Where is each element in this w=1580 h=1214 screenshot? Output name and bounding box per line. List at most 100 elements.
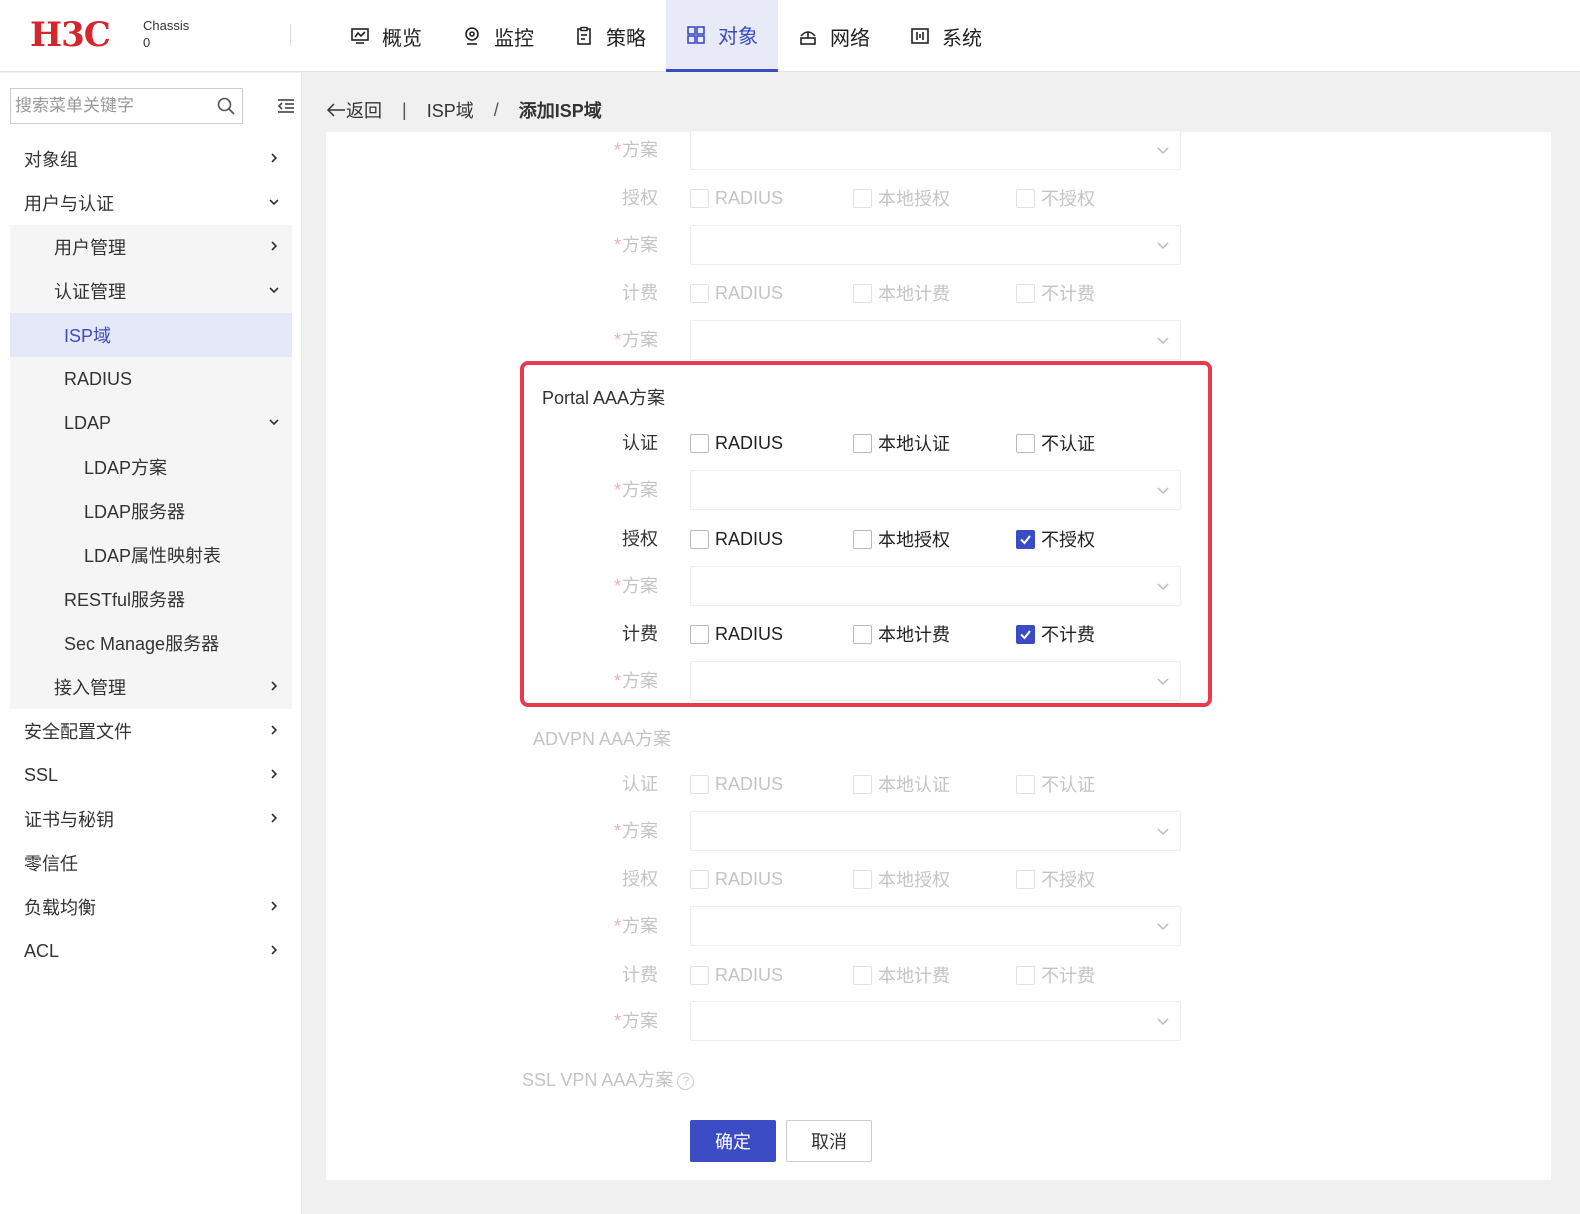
portal-acct-local-checkbox[interactable]: 本地计费 <box>853 614 950 654</box>
chevron-right-icon <box>271 945 278 955</box>
help-icon[interactable]: ? <box>677 1072 695 1090</box>
authz-row: 授权 RADIUS 本地授权 不授权 <box>326 178 1551 218</box>
advpn-acct-scheme-row: *方案 <box>326 1001 1551 1041</box>
sidebar-item-access-management[interactable]: 接入管理 <box>10 665 292 709</box>
sidebar-item-security-profile[interactable]: 安全配置文件 <box>0 709 302 753</box>
sidebar-item-ldap[interactable]: LDAP <box>10 401 292 445</box>
search-icon[interactable] <box>216 96 236 116</box>
advpn-authz-scheme-select[interactable] <box>690 906 1181 946</box>
sidebar-item-auth-management[interactable]: 认证管理 <box>10 269 292 313</box>
chevron-down-icon <box>1157 1018 1169 1026</box>
sidebar-item-ldap-server[interactable]: LDAP服务器 <box>10 489 292 533</box>
tab-policy[interactable]: 策略 <box>554 0 666 72</box>
advpn-acct-local-checkbox[interactable]: 本地计费 <box>853 955 950 995</box>
portal-auth-scheme-select[interactable] <box>690 470 1181 510</box>
header-divider <box>290 24 291 46</box>
authz-local-checkbox[interactable]: 本地授权 <box>853 178 950 218</box>
acct-local-checkbox[interactable]: 本地计费 <box>853 273 950 313</box>
sidebar-item-sec-manage-server[interactable]: Sec Manage服务器 <box>10 621 292 665</box>
sidebar-item-ldap-scheme[interactable]: LDAP方案 <box>10 445 292 489</box>
cancel-button[interactable]: 取消 <box>786 1120 872 1162</box>
advpn-authz-none-checkbox[interactable]: 不授权 <box>1016 859 1095 899</box>
sidebar-item-load-balance[interactable]: 负载均衡 <box>0 885 302 929</box>
portal-auth-label: 认证 <box>622 433 658 453</box>
tab-system[interactable]: 系统 <box>890 0 1002 72</box>
scheme-label: *方案 <box>613 480 658 500</box>
advpn-auth-none-checkbox[interactable]: 不认证 <box>1016 764 1095 804</box>
advpn-auth-radius-checkbox[interactable]: RADIUS <box>690 764 783 804</box>
portal-auth-local-checkbox[interactable]: 本地认证 <box>853 423 950 463</box>
breadcrumb: 返回 | ISP域 / 添加ISP域 <box>326 90 602 130</box>
advpn-authz-local-checkbox[interactable]: 本地授权 <box>853 859 950 899</box>
chevron-right-icon <box>271 241 278 251</box>
advpn-auth-scheme-select[interactable] <box>690 811 1181 851</box>
scheme-select[interactable] <box>690 130 1181 170</box>
scheme-label: *方案 <box>613 1011 658 1031</box>
portal-auth-none-checkbox[interactable]: 不认证 <box>1016 423 1095 463</box>
sidebar-item-radius[interactable]: RADIUS <box>10 357 292 401</box>
chevron-down-icon <box>269 419 279 426</box>
clipboard-icon <box>574 26 594 46</box>
sidebar-item-label: 对象组 <box>24 150 78 170</box>
portal-authz-scheme-select[interactable] <box>690 566 1181 606</box>
tab-network[interactable]: 网络 <box>778 0 890 72</box>
advpn-acct-none-checkbox[interactable]: 不计费 <box>1016 955 1095 995</box>
advpn-authz-radius-checkbox[interactable]: RADIUS <box>690 859 783 899</box>
tab-overview[interactable]: 概览 <box>330 0 442 72</box>
tab-object[interactable]: 对象 <box>666 0 778 72</box>
scheme-select[interactable] <box>690 225 1181 265</box>
breadcrumb-isp-domain[interactable]: ISP域 <box>427 97 474 123</box>
sidebar-item-ldap-attr-map[interactable]: LDAP属性映射表 <box>10 533 292 577</box>
scheme-select[interactable] <box>690 320 1181 360</box>
portal-authz-radius-checkbox[interactable]: RADIUS <box>690 519 783 559</box>
portal-auth-radius-checkbox[interactable]: RADIUS <box>690 423 783 463</box>
tab-object-label: 对象 <box>718 26 758 48</box>
scheme-label: *方案 <box>613 671 658 691</box>
portal-authz-none-checkbox[interactable]: 不授权 <box>1016 519 1095 559</box>
scheme-label: *方案 <box>613 330 658 350</box>
chevron-down-icon <box>1157 242 1169 250</box>
scheme-label: *方案 <box>613 916 658 936</box>
portal-acct-radius-checkbox[interactable]: RADIUS <box>690 614 783 654</box>
confirm-button[interactable]: 确定 <box>690 1120 776 1162</box>
collapse-menu-icon[interactable] <box>277 98 295 114</box>
sidebar-item-isp-domain[interactable]: ISP域 <box>10 313 292 357</box>
acct-none-checkbox[interactable]: 不计费 <box>1016 273 1095 313</box>
chevron-right-icon <box>271 813 278 823</box>
acct-radius-checkbox[interactable]: RADIUS <box>690 273 783 313</box>
chevron-down-icon <box>1157 583 1169 591</box>
sidebar-item-label: 接入管理 <box>54 678 126 698</box>
portal-acct-scheme-row: *方案 <box>326 661 1551 701</box>
sidebar-item-cert-keys[interactable]: 证书与秘钥 <box>0 797 302 841</box>
sidebar-item-ssl[interactable]: SSL <box>0 753 302 797</box>
portal-acct-none-checkbox[interactable]: 不计费 <box>1016 614 1095 654</box>
menu-search-input[interactable] <box>11 89 206 123</box>
top-bar: H3C Chassis 0 概览 监控 策略 对象 网络 系统 <box>0 0 1580 72</box>
scheme-label: *方案 <box>613 821 658 841</box>
authz-none-checkbox[interactable]: 不授权 <box>1016 178 1095 218</box>
chevron-right-icon <box>271 901 278 911</box>
advpn-acct-scheme-select[interactable] <box>690 1001 1181 1041</box>
scheme-label: *方案 <box>613 235 658 255</box>
sidebar: 对象组 用户与认证 用户管理 认证管理 ISP域 RADIUS LDAP LDA… <box>0 73 302 1214</box>
sidebar-item-zero-trust[interactable]: 零信任 <box>0 841 302 885</box>
acct-label: 计费 <box>622 283 658 303</box>
advpn-acct-label: 计费 <box>622 965 658 985</box>
chevron-right-icon <box>271 725 278 735</box>
authz-radius-checkbox[interactable]: RADIUS <box>690 178 783 218</box>
chevron-down-icon <box>1157 828 1169 836</box>
sidebar-item-restful-server[interactable]: RESTful服务器 <box>10 577 292 621</box>
portal-acct-scheme-select[interactable] <box>690 661 1181 701</box>
sidebar-item-label: SSL <box>24 764 59 785</box>
back-link[interactable]: 返回 <box>326 97 382 123</box>
tab-monitor[interactable]: 监控 <box>442 0 554 72</box>
sidebar-item-user-auth[interactable]: 用户与认证 <box>0 181 302 225</box>
sidebar-item-user-management[interactable]: 用户管理 <box>10 225 292 269</box>
form-panel: *方案 授权 RADIUS 本地授权 不授权 *方案 计费 RADIUS 本地计… <box>326 130 1551 1180</box>
sidebar-item-acl[interactable]: ACL <box>0 929 302 973</box>
advpn-auth-local-checkbox[interactable]: 本地认证 <box>853 764 950 804</box>
portal-authz-local-checkbox[interactable]: 本地授权 <box>853 519 950 559</box>
portal-auth-row: 认证 RADIUS 本地认证 不认证 <box>326 423 1551 463</box>
sidebar-item-object-group[interactable]: 对象组 <box>0 137 302 181</box>
advpn-acct-radius-checkbox[interactable]: RADIUS <box>690 955 783 995</box>
